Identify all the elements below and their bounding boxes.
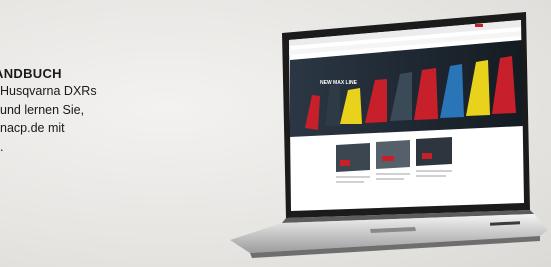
manual-heading: ANDBUCH — [0, 66, 62, 81]
text-line-3: nacp.de mit — [0, 121, 65, 135]
text-line-2: und lernen Sie, — [0, 102, 85, 117]
laptop-illustration: NEW MAX LINE — [190, 0, 551, 267]
laptop-svg: NEW MAX LINE — [230, 12, 548, 258]
hero-headline: NEW MAX LINE — [320, 80, 358, 86]
thumbnail-1 — [336, 143, 370, 172]
laptop-screen: NEW MAX LINE — [289, 20, 524, 211]
thumbnail-3 — [416, 137, 452, 166]
text-line-1: Husqvarna DXRs — [0, 84, 97, 98]
text-line-4: . — [0, 139, 4, 154]
product-photo: ANDBUCH Husqvarna DXRs und lernen Sie, n… — [0, 0, 551, 267]
thumbnail-2 — [376, 140, 410, 169]
screen-nav-accent — [475, 24, 483, 27]
manual-text-block: ANDBUCH Husqvarna DXRs und lernen Sie, n… — [0, 66, 160, 156]
